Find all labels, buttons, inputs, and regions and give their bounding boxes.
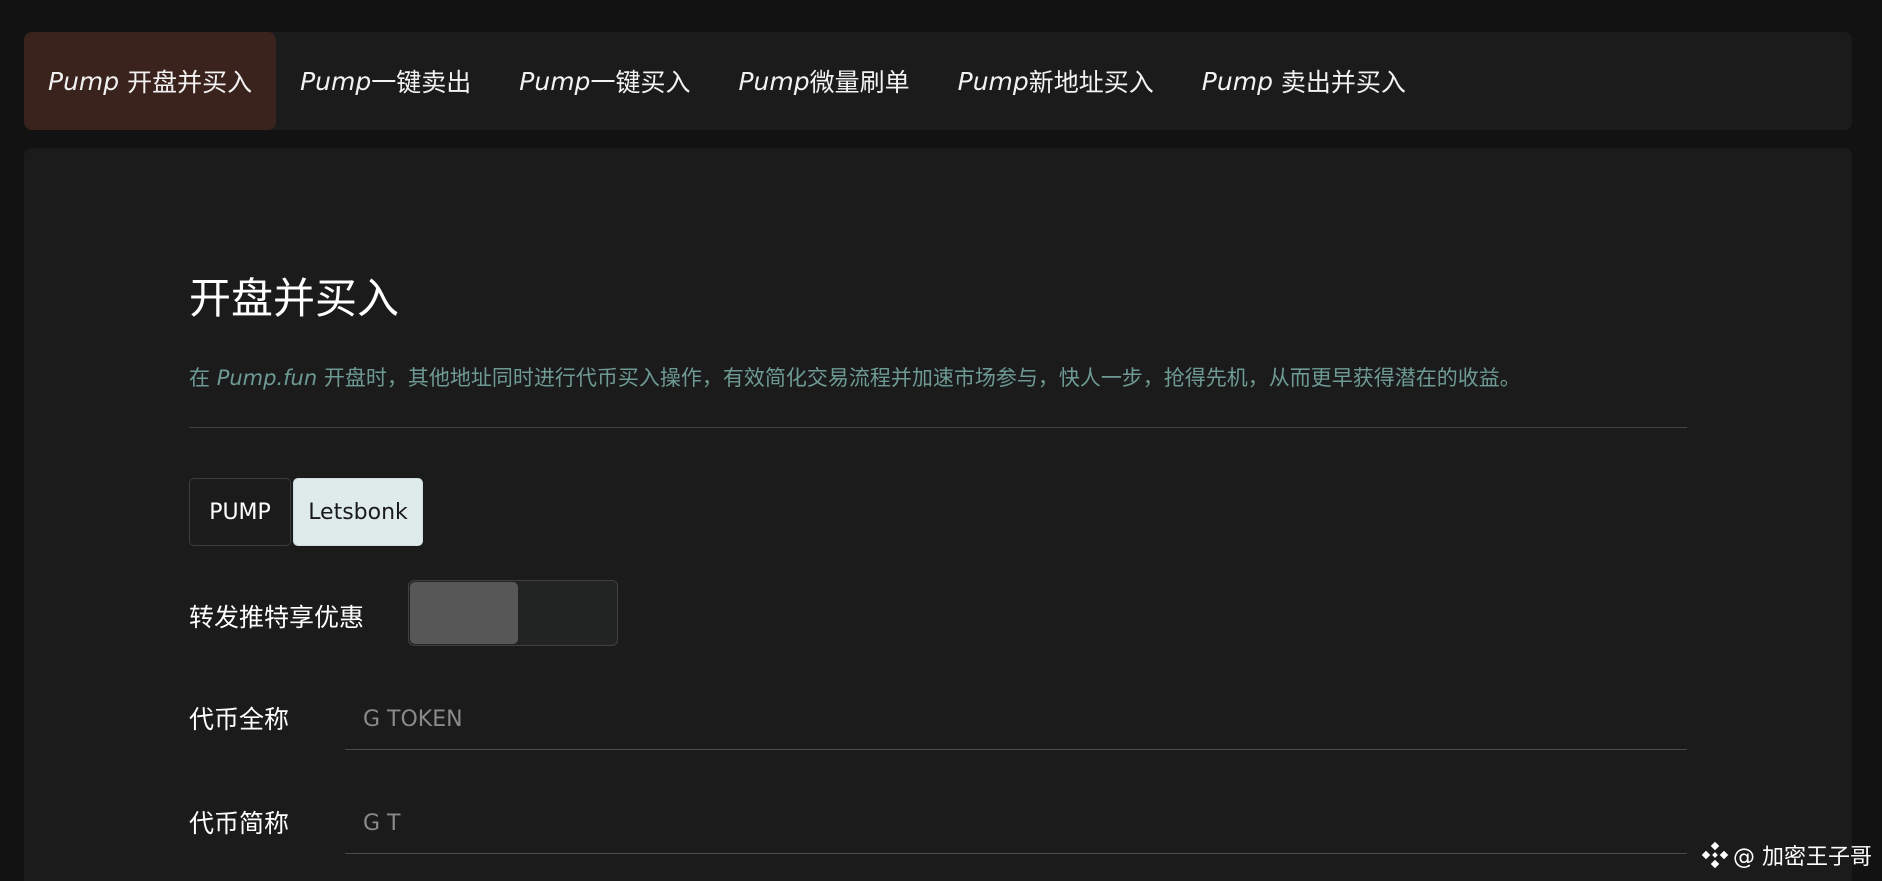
tab-label: 新地址买入 (1028, 68, 1154, 97)
tab-label-brand: Pump (300, 66, 372, 96)
tab-micro-volume[interactable]: Pump 微量刷单 (714, 32, 933, 130)
description-prefix: 在 (189, 366, 217, 390)
tab-new-address-buy[interactable]: Pump 新地址买入 (934, 32, 1178, 130)
tab-label: 微量刷单 (809, 68, 910, 97)
page-title: 开盘并买入 (189, 274, 400, 323)
switch-knob[interactable] (410, 582, 518, 644)
tab-bar: Pump 开盘并买入 Pump 一键卖出 Pump 一键买入 Pump 微量刷单 Pu… (24, 32, 1852, 130)
tab-label-brand: Pump (957, 66, 1029, 96)
tab-label: 一键卖出 (371, 68, 472, 97)
tab-sell-and-buy[interactable]: Pump 卖出并买入 (1178, 32, 1430, 130)
page-description: 在 Pump.fun 开盘时，其他地址同时进行代币买入操作，有效简化交易流程并加… (189, 362, 1521, 392)
watermark: @ 加密王子哥 (1701, 839, 1872, 871)
tab-one-click-sell[interactable]: Pump 一键卖出 (276, 32, 495, 130)
share-discount-label: 转发推特享优惠 (189, 603, 365, 632)
tab-label-brand: Pump (1201, 66, 1273, 96)
tab-label-brand: Pump (738, 66, 810, 96)
tab-label: 卖出并买入 (1272, 68, 1406, 97)
tab-label-brand: Pump (48, 66, 120, 96)
divider (189, 427, 1687, 428)
description-text: 开盘时，其他地址同时进行代币买入操作，有效简化交易流程并加速市场参与，快人一步，… (317, 366, 1521, 390)
platform-toggle: PUMP Letsbonk (189, 478, 423, 548)
token-full-name-label: 代币全称 (189, 705, 290, 734)
tab-one-click-buy[interactable]: Pump 一键买入 (495, 32, 714, 130)
tab-launch-and-buy[interactable]: Pump 开盘并买入 (24, 32, 277, 130)
page: Pump 开盘并买入 Pump 一键卖出 Pump 一键买入 Pump 微量刷单 Pu… (0, 0, 1882, 881)
tab-label: 一键买入 (590, 68, 691, 97)
main-card: 开盘并买入 在 Pump.fun 开盘时，其他地址同时进行代币买入操作，有效简化… (24, 148, 1852, 881)
description-brand: Pump.fun (216, 366, 318, 390)
token-full-name-input[interactable] (345, 690, 1687, 750)
token-symbol-label: 代币简称 (189, 809, 290, 838)
tab-label: 开盘并买入 (119, 68, 253, 97)
share-discount-switch[interactable] (408, 580, 618, 646)
tab-label-brand: Pump (519, 66, 591, 96)
watermark-text: @ 加密王子哥 (1733, 845, 1872, 870)
token-symbol-input[interactable] (345, 794, 1687, 854)
platform-option-pump[interactable]: PUMP (189, 478, 291, 546)
platform-option-letsbonk[interactable]: Letsbonk (293, 478, 423, 546)
binance-diamond-icon (1701, 841, 1729, 869)
